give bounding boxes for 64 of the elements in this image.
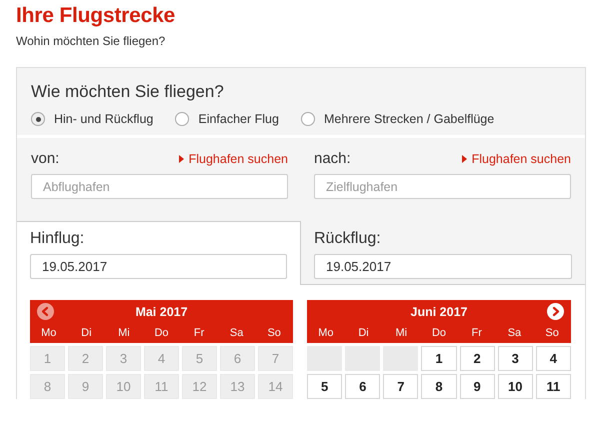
triangle-icon: [462, 154, 467, 162]
month-title: Mai 2017: [135, 304, 188, 318]
weekday-label: Di: [80, 327, 93, 339]
day-cell[interactable]: 6: [345, 374, 380, 399]
day-cell[interactable]: 3: [498, 346, 533, 371]
field-label: von:: [31, 150, 60, 167]
day-cell[interactable]: 1: [421, 346, 457, 371]
weekday-label: Mi: [394, 327, 408, 339]
weekday-label: Do: [430, 327, 448, 339]
page-subtitle: Wohin möchten Sie fliegen?: [16, 34, 166, 48]
weekday-label: So: [266, 327, 282, 339]
airport-input[interactable]: Abflughafen: [31, 174, 288, 199]
day-cell[interactable]: 11: [536, 374, 571, 399]
day-cell: 14: [258, 374, 293, 399]
day-cell: 13: [220, 374, 255, 399]
day-cell: 5: [182, 346, 217, 371]
field-label: Hinflug:: [30, 230, 86, 248]
day-cell[interactable]: 7: [383, 374, 418, 399]
airport-input[interactable]: Zielflughafen: [314, 174, 571, 199]
weekday-label: Do: [153, 327, 170, 339]
airport-search-link[interactable]: Flughafen suchen: [462, 152, 571, 166]
day-cell[interactable]: 4: [536, 346, 571, 371]
day-cell: 8: [30, 374, 65, 399]
weekday-label: Mo: [40, 327, 58, 339]
field-label: Rückflug:: [314, 230, 382, 248]
day-cell: 11: [144, 374, 179, 399]
day-cell[interactable]: 8: [421, 374, 457, 399]
radio-circle[interactable]: [31, 112, 45, 126]
weekday-label: Fr: [470, 327, 483, 339]
trip-type-radio[interactable]: Einfacher Flug: [175, 112, 279, 126]
trip-type-radio[interactable]: Mehrere Strecken / Gabelflüge: [300, 112, 494, 126]
date-tab[interactable]: Rückflug: 19.05.2017: [300, 221, 585, 285]
next-month-button[interactable]: [547, 303, 564, 320]
field-label: nach:: [314, 150, 351, 167]
date-input[interactable]: 19.05.2017: [314, 254, 572, 279]
section-heading: Wie möchten Sie fliegen?: [31, 82, 224, 102]
day-cell[interactable]: 5: [307, 374, 342, 399]
weekday-label: Sa: [228, 327, 244, 339]
date-input[interactable]: 19.05.2017: [30, 254, 287, 279]
day-cell: 12: [182, 374, 217, 399]
day-cell: 4: [144, 346, 179, 371]
weekday-label: So: [544, 327, 560, 339]
weekday-label: Mo: [317, 327, 334, 339]
day-cell: 1: [30, 346, 65, 371]
day-cell: 2: [68, 346, 103, 371]
day-cell: 6: [220, 346, 255, 371]
weekday-label: Mi: [117, 327, 131, 339]
weekday-label: Di: [357, 327, 370, 339]
trip-type-radio[interactable]: Hin- und Rückflug: [31, 112, 154, 126]
page-title: Ihre Flugstrecke: [16, 4, 176, 28]
radio-circle[interactable]: [175, 112, 190, 126]
day-cell[interactable]: 10: [498, 374, 533, 399]
day-cell[interactable]: 2: [460, 346, 495, 371]
day-cell: 10: [106, 374, 141, 399]
month-title: Juni 2017: [410, 304, 468, 318]
weekday-label: Fr: [192, 327, 206, 339]
day-cell[interactable]: 9: [460, 374, 495, 399]
day-cell: 9: [68, 374, 103, 399]
airport-search-link[interactable]: Flughafen suchen: [178, 152, 288, 166]
radio-circle[interactable]: [300, 112, 315, 126]
day-cell: 7: [258, 346, 293, 371]
day-cell: 3: [106, 346, 141, 371]
weekday-label: Sa: [506, 327, 522, 339]
triangle-icon: [178, 154, 184, 162]
